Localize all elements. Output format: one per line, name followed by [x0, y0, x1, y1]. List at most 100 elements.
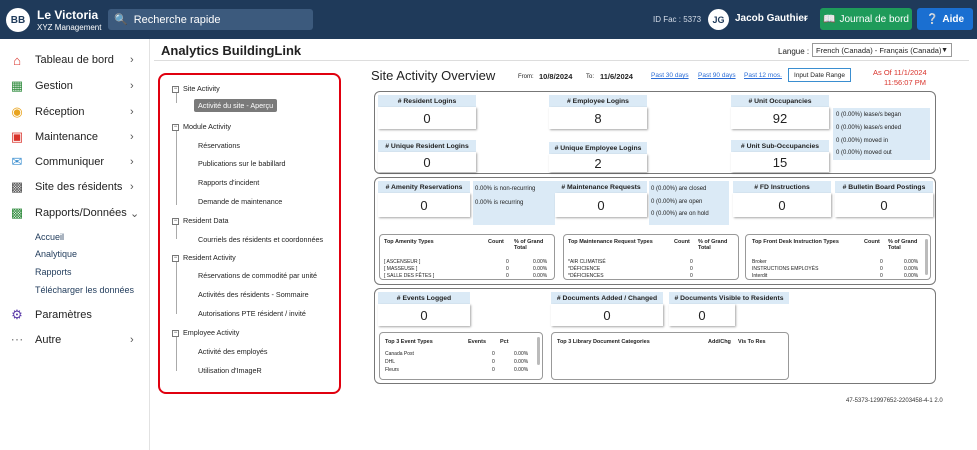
kpi-label: # FD Instructions: [733, 181, 831, 193]
kpi-unit-sub-occupancies[interactable]: 15: [731, 152, 829, 172]
kpi-unique-resident-logins[interactable]: 0: [378, 152, 476, 172]
kpi-label: # Unit Occupancies: [731, 95, 829, 107]
buildinglink-logo[interactable]: BB: [6, 8, 30, 32]
kpi-fd-instructions[interactable]: 0: [733, 193, 831, 217]
column-header[interactable]: Count: [674, 239, 690, 245]
to-date[interactable]: 11/6/2024: [600, 72, 633, 81]
chevron-right-icon: ›: [130, 131, 134, 143]
from-date[interactable]: 10/8/2024: [539, 72, 572, 81]
search-icon: 🔍: [114, 14, 128, 26]
kpi-employee-logins[interactable]: 8: [549, 107, 647, 129]
journal-button-label: Journal de bord: [839, 13, 909, 25]
table-cell: 0: [690, 266, 693, 272]
sidebar-item-maintenance[interactable]: ▣ Maintenance ›: [0, 127, 150, 147]
more-icon: ⋯: [10, 332, 24, 347]
column-header[interactable]: % of Grand Total: [698, 239, 734, 251]
column-header[interactable]: Add/Chg: [708, 339, 731, 345]
column-header[interactable]: Count: [488, 239, 504, 245]
user-name[interactable]: Jacob Gauthier: [735, 13, 808, 24]
table-title: Top Amenity Types: [384, 239, 434, 245]
tree-item-bulletin-posts[interactable]: Publications sur le babillard: [198, 159, 286, 168]
table-cell: 0.00%: [533, 266, 548, 272]
table-scrollbar[interactable]: [537, 337, 540, 365]
kpi-bulletin-posts[interactable]: 0: [835, 193, 933, 217]
column-header[interactable]: Pct: [500, 339, 509, 345]
kpi-label: # Resident Logins: [378, 95, 476, 107]
input-date-range-button[interactable]: Input Date Range: [788, 68, 851, 82]
sidebar-subitem-home[interactable]: Accueil: [35, 232, 64, 242]
tree-group-site-activity[interactable]: − Site Activity: [172, 84, 220, 93]
tree-item-imager-usage[interactable]: Utilisation d'ImageR: [198, 366, 262, 375]
tree-group-resident-data[interactable]: − Resident Data: [172, 216, 229, 225]
tree-item-maintenance-requests[interactable]: Demande de maintenance: [198, 197, 282, 206]
tree-group-module-activity[interactable]: − Module Activity: [172, 122, 231, 131]
as-of-date: As Of 11/1/2024: [873, 68, 927, 77]
sidebar-item-reports[interactable]: ▩ Rapports/Données ⌄: [0, 203, 150, 223]
sidebar-subitem-analytics[interactable]: Analytique: [35, 249, 77, 259]
bar-chart-icon: ▩: [10, 205, 24, 220]
column-header[interactable]: Vis To Res: [738, 339, 766, 345]
kpi-unique-employee-logins[interactable]: 2: [549, 154, 647, 172]
search-label: Recherche rapide: [133, 13, 221, 26]
link-past-30-days[interactable]: Past 30 days: [651, 72, 689, 79]
column-header[interactable]: Count: [864, 239, 880, 245]
tree-item-incident-reports[interactable]: Rapports d'incident: [198, 178, 259, 187]
tree-group-label: Site Activity: [183, 84, 220, 93]
sidebar-item-resident-site[interactable]: ▩ Site des résidents ›: [0, 177, 150, 197]
avatar[interactable]: JG: [708, 9, 729, 30]
tree-group-label: Resident Activity: [183, 253, 236, 262]
table-cell: 0: [506, 259, 509, 265]
sidebar-item-settings[interactable]: ⚙ Paramètres: [0, 305, 150, 325]
table-scrollbar[interactable]: [925, 239, 928, 275]
collapse-icon[interactable]: −: [172, 254, 179, 262]
sidebar-item-communicate[interactable]: ✉ Communiquer ›: [0, 152, 150, 172]
kpi-label: # Bulletin Board Postings: [835, 181, 933, 193]
table-row: Interdit: [752, 273, 768, 279]
collapse-icon[interactable]: −: [172, 123, 179, 131]
kpi-unit-occupancies[interactable]: 92: [731, 107, 829, 129]
gear-icon: ⚙: [11, 307, 23, 322]
link-past-12-months[interactable]: Past 12 mos.: [744, 72, 782, 79]
tree-group-employee-activity[interactable]: − Employee Activity: [172, 328, 239, 337]
facility-id: ID Fac : 5373: [653, 15, 702, 24]
tree-item-resident-emails[interactable]: Courriels des résidents et coordonnées: [198, 235, 323, 244]
kpi-documents-added[interactable]: 0: [551, 304, 663, 326]
column-header[interactable]: % of Grand Total: [514, 239, 550, 251]
chevron-down-icon[interactable]: ⌄: [802, 12, 810, 23]
sidebar-item-other[interactable]: ⋯ Autre ›: [0, 330, 150, 350]
help-button[interactable]: ❔ Aide: [917, 8, 973, 30]
tree-item-reservations[interactable]: Réservations: [198, 141, 240, 150]
chevron-right-icon: ›: [130, 181, 134, 193]
collapse-icon[interactable]: −: [172, 85, 179, 93]
toolbox-icon: ▣: [10, 129, 24, 144]
table-cell: 0: [492, 351, 495, 357]
column-header[interactable]: Events: [468, 339, 486, 345]
column-header[interactable]: % of Grand Total: [888, 239, 924, 251]
tree-connector: [176, 93, 177, 103]
book-icon: 📖: [823, 13, 836, 25]
kpi-label: # Amenity Reservations: [378, 181, 470, 193]
language-select[interactable]: French (Canada) - Français (Canada) ▼: [812, 43, 952, 57]
tree-group-resident-activity[interactable]: − Resident Activity: [172, 253, 236, 262]
kpi-resident-logins[interactable]: 0: [378, 107, 476, 129]
tree-item-pte-authorizations[interactable]: Autorisations PTE résident / invité: [198, 309, 306, 318]
sidebar-item-dashboard[interactable]: ⌂ Tableau de bord ›: [0, 50, 150, 70]
kpi-amenity-reservations[interactable]: 0: [378, 193, 470, 217]
tree-item-site-overview[interactable]: Activité du site - Aperçu: [194, 99, 278, 112]
tree-item-employee-activity[interactable]: Activité des employés: [198, 347, 268, 356]
kpi-documents-visible[interactable]: 0: [669, 304, 735, 326]
sidebar-item-management[interactable]: ▦ Gestion ›: [0, 76, 150, 96]
link-past-90-days[interactable]: Past 90 days: [698, 72, 736, 79]
quick-search[interactable]: 🔍 Recherche rapide: [108, 9, 313, 30]
sidebar-subitem-reports[interactable]: Rapports: [35, 267, 72, 277]
kpi-events-logged[interactable]: 0: [378, 304, 470, 326]
journal-button[interactable]: 📖 Journal de bord: [820, 8, 912, 30]
collapse-icon[interactable]: −: [172, 217, 179, 225]
table-title: Top 3 Event Types: [385, 339, 433, 345]
kpi-maintenance-requests[interactable]: 0: [555, 193, 647, 217]
sidebar-item-reception[interactable]: ◉ Réception ›: [0, 102, 150, 122]
tree-item-amenity-by-unit[interactable]: Réservations de commodité par unité: [198, 271, 317, 280]
sidebar-subitem-download[interactable]: Télécharger les données: [35, 285, 134, 295]
tree-item-resident-summary[interactable]: Activités des résidents - Sommaire: [198, 290, 309, 299]
collapse-icon[interactable]: −: [172, 329, 179, 337]
